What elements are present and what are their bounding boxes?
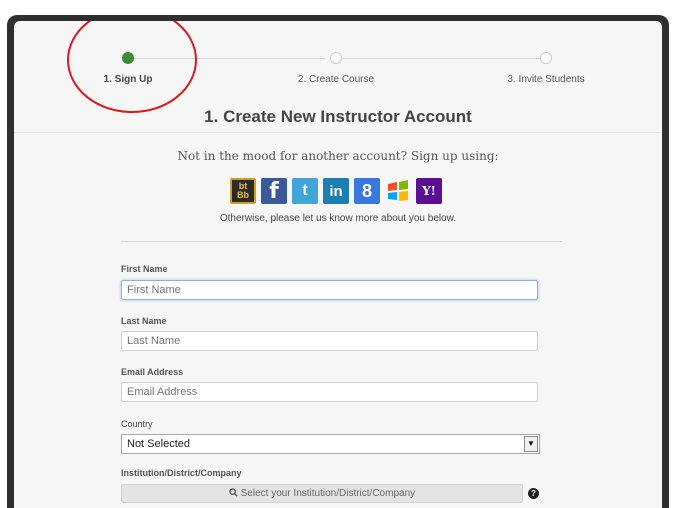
annotation-circle [67,21,197,113]
help-icon[interactable]: ? [528,488,539,499]
first-name-label: First Name [121,264,168,274]
social-login-buttons: bt Bb f t in 8 Y! [230,178,442,204]
step-2-label: 2. Create Course [297,74,375,85]
email-label: Email Address [121,367,184,377]
otherwise-text: Otherwise, please let us know more about… [219,213,457,224]
blackboard-icon[interactable]: bt Bb [230,178,256,204]
step-3-label: 3. Invite Students [507,74,585,85]
step-2-dot [330,52,342,64]
facebook-icon[interactable]: f [261,178,287,204]
linkedin-icon[interactable]: in [323,178,349,204]
google-icon[interactable]: 8 [354,178,380,204]
country-label: Country [121,419,153,429]
page-title: 1. Create New Instructor Account [204,107,472,126]
email-input[interactable] [121,382,538,402]
divider [14,132,662,133]
search-icon [229,488,241,499]
last-name-input[interactable] [121,331,538,351]
institution-select-button[interactable]: Select your Institution/District/Company [121,484,523,503]
institution-label: Institution/District/Company [121,468,242,478]
country-selected-value: Not Selected [127,438,190,450]
last-name-label: Last Name [121,316,167,326]
yahoo-icon[interactable]: Y! [416,178,442,204]
country-select[interactable]: Not Selected ▼ [121,434,540,454]
step-3-dot [540,52,552,64]
blackboard-icon-bottom: Bb [237,190,249,200]
step-connector [343,58,540,59]
windows-flag-svg [388,180,408,201]
windows-live-icon[interactable] [385,178,411,204]
institution-button-label: Select your Institution/District/Company [240,488,416,499]
signup-panel: 1. Sign Up 2. Create Course 3. Invite St… [14,21,662,508]
social-signup-prompt: Not in the mood for another account? Sig… [177,149,499,163]
twitter-icon[interactable]: t [292,178,318,204]
divider [121,241,562,242]
first-name-input[interactable] [121,280,538,300]
dropdown-arrow-icon[interactable]: ▼ [524,436,538,452]
